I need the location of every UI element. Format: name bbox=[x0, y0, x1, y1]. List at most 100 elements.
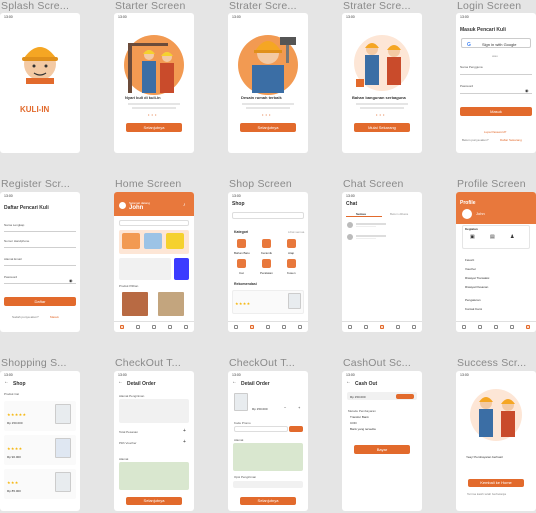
username-field[interactable] bbox=[460, 74, 532, 75]
next-button[interactable]: Selanjutnya bbox=[126, 123, 182, 132]
google-sign-in-button[interactable]: G Sign in with Google bbox=[461, 38, 531, 48]
next-button[interactable]: Selanjutnya bbox=[126, 497, 182, 505]
cashout-screen[interactable]: 13:00 ← Cash Out Rp 150.000 Metode Pemba… bbox=[342, 371, 422, 511]
register-link[interactable]: Daftar Sekarang bbox=[500, 138, 522, 142]
menu-transactions[interactable]: Riwayat Transaksi bbox=[465, 276, 489, 280]
back-home-button[interactable]: Kembali ke Home bbox=[468, 479, 524, 487]
avatar[interactable] bbox=[462, 209, 472, 219]
shop-screen[interactable]: 13:00 Shop Kategori Lihat semua Bahan Ba… bbox=[228, 192, 308, 332]
store-icon[interactable]: ▤ bbox=[490, 235, 495, 240]
email-field[interactable] bbox=[4, 265, 76, 266]
nav-profile-icon[interactable] bbox=[526, 325, 530, 329]
nav-profile-icon[interactable] bbox=[298, 325, 302, 329]
nav-profile-icon[interactable] bbox=[412, 325, 416, 329]
category-icon[interactable] bbox=[237, 259, 246, 268]
nav-shop-icon[interactable] bbox=[250, 325, 254, 329]
category-icon[interactable] bbox=[262, 239, 271, 248]
nav-home-icon[interactable] bbox=[462, 325, 466, 329]
chat-screen[interactable]: 13:00 Chat Semua Belum dibaca bbox=[342, 192, 422, 332]
payment-option[interactable]: Bank yang tersedia bbox=[350, 427, 376, 431]
forgot-password-link[interactable]: Lupa Password? bbox=[484, 130, 506, 134]
eye-icon[interactable]: ◉ bbox=[525, 89, 529, 93]
next-button[interactable]: Selanjutnya bbox=[240, 123, 296, 132]
nav-order-icon[interactable] bbox=[510, 325, 514, 329]
nav-chat-icon[interactable] bbox=[494, 325, 498, 329]
voucher-row[interactable]: Pilih Voucher bbox=[119, 441, 137, 445]
worker-icon[interactable]: ♟ bbox=[510, 235, 514, 240]
chat-item[interactable] bbox=[356, 235, 386, 237]
pay-button[interactable]: Bayar bbox=[354, 445, 410, 454]
register-button[interactable]: Daftar bbox=[4, 297, 76, 306]
nav-chat-icon[interactable] bbox=[380, 325, 384, 329]
fullname-field[interactable] bbox=[4, 231, 76, 232]
shopping-screen[interactable]: 13:00 ← Shop Produk Cat ★★★★★ Rp 150.000… bbox=[0, 371, 80, 511]
nav-home-icon[interactable] bbox=[348, 325, 352, 329]
nav-shop-icon[interactable] bbox=[478, 325, 482, 329]
nav-home-icon[interactable] bbox=[234, 325, 238, 329]
ad-card[interactable] bbox=[174, 258, 189, 280]
payment-option[interactable]: Transfer Bank bbox=[350, 415, 369, 419]
eye-icon[interactable]: ◉ bbox=[69, 279, 73, 283]
profile-screen[interactable]: Profile John Kegiatan ▣ ▤ ♟ Favorit Vouc… bbox=[456, 192, 536, 332]
nav-shop-icon[interactable] bbox=[364, 325, 368, 329]
nav-chat-icon[interactable] bbox=[152, 325, 156, 329]
success-screen[interactable]: 13:00 Yeay! Pembayaran berhasil Kembali … bbox=[456, 371, 536, 511]
search-input[interactable] bbox=[232, 212, 304, 219]
splash-screen[interactable]: 13:00 KULI-IN bbox=[0, 13, 80, 153]
starter-screen-1[interactable]: 13:00 Nyari kuli di kuli-in • • • Selanj… bbox=[114, 13, 194, 153]
info-card[interactable] bbox=[119, 258, 171, 280]
next-button[interactable]: Selanjutnya bbox=[240, 497, 296, 505]
payment-option[interactable]: COD bbox=[350, 421, 357, 425]
see-all-link[interactable]: Lihat semua bbox=[288, 230, 304, 234]
plus-icon[interactable]: + bbox=[183, 429, 186, 434]
nav-shop-icon[interactable] bbox=[136, 325, 140, 329]
chat-item[interactable] bbox=[356, 223, 386, 225]
avatar[interactable] bbox=[119, 202, 126, 209]
back-arrow-icon[interactable]: ← bbox=[118, 380, 123, 385]
category-icon[interactable] bbox=[287, 239, 296, 248]
starter-screen-3[interactable]: 13:00 Bahan bangunan serbaguna • • • Mul… bbox=[342, 13, 422, 153]
menu-voucher[interactable]: Voucher bbox=[465, 267, 476, 271]
register-screen[interactable]: 13:00 Daftar Pencari Kuli Nama Lengkap N… bbox=[0, 192, 80, 332]
bell-icon[interactable]: ♪ bbox=[183, 203, 186, 208]
minus-icon[interactable]: − bbox=[284, 406, 286, 410]
nav-home-icon[interactable] bbox=[120, 325, 124, 329]
nav-profile-icon[interactable] bbox=[184, 325, 188, 329]
map-view[interactable] bbox=[233, 443, 303, 471]
category-icon[interactable] bbox=[287, 259, 296, 268]
search-input[interactable] bbox=[119, 220, 189, 226]
category-icon[interactable] bbox=[262, 259, 271, 268]
product-card[interactable] bbox=[158, 292, 184, 316]
plus-icon[interactable]: + bbox=[183, 440, 186, 445]
product-card[interactable] bbox=[122, 292, 148, 316]
amount-edit-button[interactable] bbox=[396, 393, 414, 399]
quantity-row[interactable]: Total Pesanan bbox=[119, 430, 138, 434]
checkout-screen-1[interactable]: 13:00 ← Detail Order Alamat Pengiriman T… bbox=[114, 371, 194, 511]
starter-screen-2[interactable]: 13:00 Desain rumah terbaik • • • Selanju… bbox=[228, 13, 308, 153]
menu-contact[interactable]: Kontak Kami bbox=[465, 307, 482, 311]
login-button[interactable]: Masuk bbox=[460, 107, 532, 116]
login-screen[interactable]: 13:00 Masuk Pencari Kuli G Sign in with … bbox=[456, 13, 536, 153]
address-field[interactable] bbox=[119, 399, 189, 423]
password-field[interactable] bbox=[460, 93, 532, 94]
nav-order-icon[interactable] bbox=[396, 325, 400, 329]
back-arrow-icon[interactable]: ← bbox=[4, 380, 9, 385]
shipping-option[interactable] bbox=[233, 481, 303, 488]
menu-settings[interactable]: Pengaturan bbox=[465, 298, 481, 302]
nav-order-icon[interactable] bbox=[282, 325, 286, 329]
home-screen[interactable]: Selamat datang John ♪ Produk Pilihan bbox=[114, 192, 194, 332]
password-field[interactable] bbox=[4, 283, 76, 284]
nav-chat-icon[interactable] bbox=[266, 325, 270, 329]
login-link[interactable]: Masuk bbox=[50, 315, 59, 319]
menu-favorite[interactable]: Favorit bbox=[465, 258, 474, 262]
nav-order-icon[interactable] bbox=[168, 325, 172, 329]
phone-field[interactable] bbox=[4, 247, 76, 248]
plus-icon[interactable]: + bbox=[298, 406, 300, 410]
order-icon[interactable]: ▣ bbox=[470, 235, 475, 240]
map-view[interactable] bbox=[119, 462, 189, 490]
checkout-screen-2[interactable]: 13:00 ← Detail Order Rp 150.000 − + Kode… bbox=[228, 371, 308, 511]
tab-unread[interactable]: Belum dibaca bbox=[390, 212, 408, 216]
back-arrow-icon[interactable]: ← bbox=[346, 380, 351, 385]
back-arrow-icon[interactable]: ← bbox=[232, 380, 237, 385]
apply-promo-button[interactable] bbox=[289, 426, 303, 432]
